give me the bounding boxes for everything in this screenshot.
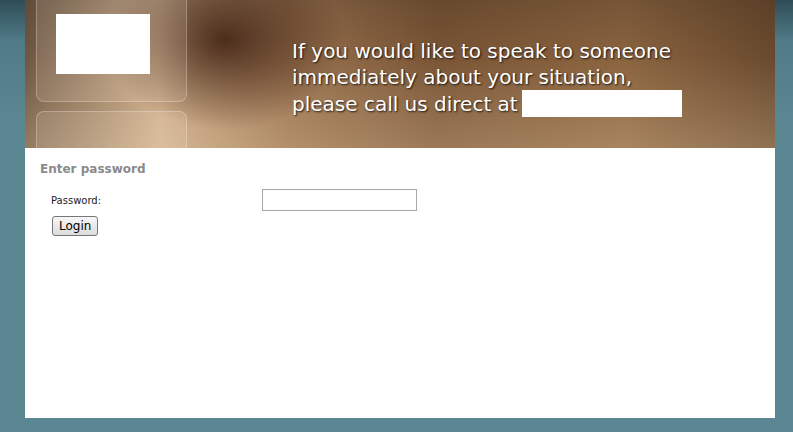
login-form: Enter password Password: Login (25, 148, 775, 236)
button-row: Login (40, 216, 775, 236)
password-input[interactable] (262, 189, 417, 211)
header-banner: If you would like to speak to someone im… (25, 0, 775, 148)
field-label: Password: (51, 195, 262, 206)
content-container: If you would like to speak to someone im… (25, 0, 775, 418)
logo-block[interactable] (56, 14, 150, 74)
header-left (25, 0, 187, 148)
form-title: Enter password (40, 161, 775, 177)
login-button[interactable]: Login (52, 216, 98, 236)
form-row: Password: (40, 189, 775, 211)
phone-number-block (522, 90, 682, 117)
logo-panel (36, 0, 187, 102)
header-message: If you would like to speak to someone im… (292, 0, 682, 148)
message-line: please call us direct at (292, 90, 682, 117)
message-line: If you would like to speak to someone (292, 38, 682, 64)
page: If you would like to speak to someone im… (0, 0, 793, 432)
decor-panel (36, 111, 187, 148)
message-line: immediately about your situation, (292, 64, 682, 90)
